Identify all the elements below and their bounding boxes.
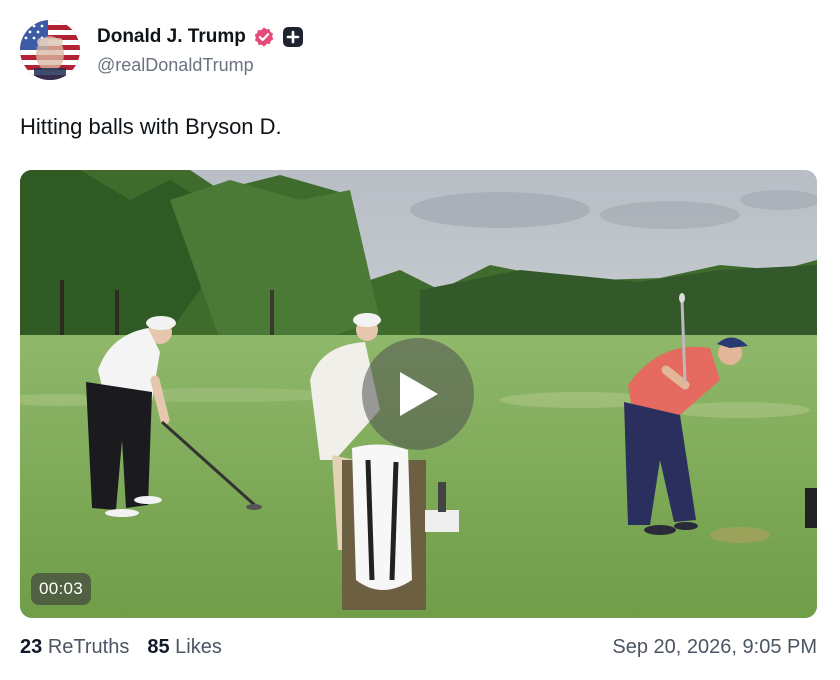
video-duration-badge: 00:03 [31, 573, 92, 605]
play-icon [400, 372, 438, 416]
likes-label: Likes [175, 636, 222, 658]
post-card: Donald J. Trump @realDonaldTrump Hitting… [0, 0, 840, 680]
author-display-name[interactable]: Donald J. Trump [97, 26, 246, 48]
flag-portrait-avatar-icon [20, 20, 80, 80]
likes-stat[interactable]: 85 Likes [147, 636, 222, 659]
post-text: Hitting balls with Bryson D. [20, 114, 282, 139]
likes-count: 85 [147, 636, 170, 658]
play-button[interactable] [362, 338, 474, 450]
video-player[interactable]: 00:03 [20, 170, 817, 618]
name-row: Donald J. Trump [97, 23, 303, 51]
retruths-count: 23 [20, 636, 43, 658]
author-handle[interactable]: @realDonaldTrump [97, 55, 303, 76]
plus-badge-icon [282, 26, 303, 47]
retruths-label: ReTruths [47, 636, 130, 658]
post-footer: 23 ReTruths 85 Likes Sep 20, 2026, 9:05 … [20, 636, 817, 659]
retruths-stat[interactable]: 23 ReTruths [20, 636, 129, 659]
author-info: Donald J. Trump @realDonaldTrump [97, 23, 303, 76]
post-header: Donald J. Trump @realDonaldTrump [20, 20, 303, 80]
post-timestamp[interactable]: Sep 20, 2026, 9:05 PM [612, 636, 817, 659]
verified-badge-icon [254, 26, 274, 47]
avatar[interactable] [20, 20, 80, 80]
